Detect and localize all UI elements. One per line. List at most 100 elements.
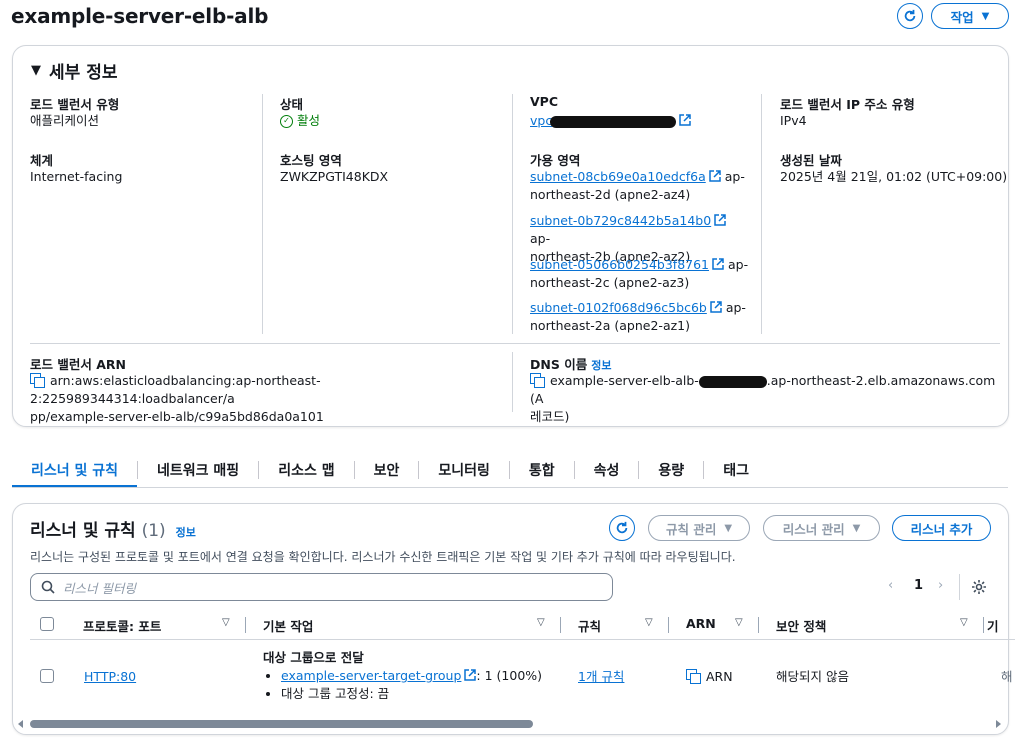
tab-security[interactable]: 보안 <box>355 453 419 487</box>
tab-underline <box>12 487 1008 488</box>
truncated-cell: 해 <box>1001 669 1013 684</box>
dns-info-link[interactable]: 정보 <box>591 359 611 372</box>
arn-label: 로드 밸런서 ARN <box>30 357 126 372</box>
scroll-left-icon[interactable] <box>17 720 25 728</box>
page-number[interactable]: 1 <box>914 578 923 593</box>
subnet-az: northeast-2d (apne2-az4) <box>530 187 691 202</box>
column-header-arn[interactable]: ARN <box>686 616 716 631</box>
tab-bar: 리스너 및 규칙 네트워크 매핑 리소스 맵 보안 모니터링 통합 속성 용량 … <box>12 453 768 488</box>
subnet-suffix: ap- <box>728 257 749 272</box>
arn-cell: ARN <box>686 668 733 686</box>
external-link-icon[interactable] <box>464 669 477 681</box>
sort-icon[interactable]: ▽ <box>960 617 968 628</box>
select-all-checkbox[interactable] <box>40 617 54 631</box>
scheme-label: 체계 <box>30 153 54 168</box>
listeners-refresh-button[interactable] <box>609 515 635 541</box>
external-link-icon[interactable] <box>714 214 726 226</box>
subnet-link[interactable]: subnet-0b729c8442b5a14b0 <box>530 213 711 228</box>
dns-line2: 레코드) <box>530 409 570 424</box>
tab-tags[interactable]: 태그 <box>704 453 768 487</box>
copy-icon[interactable] <box>530 373 545 388</box>
triangle-down-icon: ▼ <box>31 63 41 78</box>
tab-monitoring[interactable]: 모니터링 <box>419 453 509 487</box>
rules-link[interactable]: 1개 규칙 <box>578 668 624 686</box>
caret-down-icon: ▼ <box>981 10 990 22</box>
next-page-icon[interactable]: › <box>938 578 943 593</box>
sort-icon[interactable]: ▽ <box>222 617 230 628</box>
tab-network-mapping[interactable]: 네트워크 매핑 <box>138 453 258 487</box>
target-weight: : 1 (100%) <box>476 668 543 683</box>
sort-icon[interactable]: ▽ <box>537 617 545 628</box>
redacted-block <box>550 115 677 128</box>
column-divider <box>262 94 263 334</box>
tab-capacity[interactable]: 용량 <box>639 453 703 487</box>
caret-down-icon: ▼ <box>724 522 733 534</box>
target-group-link[interactable]: example-server-target-group <box>281 668 461 683</box>
tab-integrations[interactable]: 통합 <box>510 453 574 487</box>
manage-rules-button[interactable]: 규칙 관리 ▼ <box>648 515 750 541</box>
listener-protocol-link[interactable]: HTTP:80 <box>84 668 136 686</box>
scheme-value: Internet-facing <box>30 169 123 184</box>
check-circle-icon: ✓ <box>280 114 293 128</box>
subnet-link[interactable]: subnet-05066b0254b3f8761 <box>530 257 709 272</box>
arn-line2: pp/example-server-elb-alb/c99a5bd86da0a1… <box>30 409 324 424</box>
sort-icon[interactable]: ▽ <box>735 617 743 628</box>
dns-label-row: DNS 이름 정보 <box>530 354 611 373</box>
pager-divider <box>959 574 960 600</box>
listeners-title-text: 리스너 및 규칙 <box>30 521 136 541</box>
external-link-icon[interactable] <box>708 170 721 182</box>
details-toggle[interactable]: ▼ 세부 정보 <box>31 58 117 83</box>
arn-line1: arn:aws:elasticloadbalancing:ap-northeas… <box>30 373 321 406</box>
add-listener-button[interactable]: 리스너 추가 <box>892 515 991 541</box>
column-divider <box>512 94 513 334</box>
dns-value: example-server-elb-alb- .ap-northeast-2.e… <box>530 372 1000 426</box>
copy-icon[interactable] <box>30 373 45 388</box>
vpc-link[interactable]: vpc <box>530 112 691 130</box>
lb-type-value: 애플리케이션 <box>30 113 100 128</box>
gear-icon[interactable] <box>971 579 987 595</box>
subnet-suffix: ap- <box>724 169 745 184</box>
copy-icon[interactable] <box>686 669 701 684</box>
sort-icon[interactable]: ▽ <box>645 617 653 628</box>
ip-type-value: IPv4 <box>780 113 807 128</box>
page-title: example-server-elb-alb <box>11 4 269 28</box>
row-checkbox[interactable] <box>40 669 54 683</box>
actions-button[interactable]: 작업 ▼ <box>931 3 1009 29</box>
tab-listeners[interactable]: 리스너 및 규칙 <box>12 453 138 488</box>
subnet-link[interactable]: subnet-08cb69e0a10edcf6a <box>530 169 706 184</box>
column-header-security-policy[interactable]: 보안 정책 <box>776 616 826 635</box>
horizontal-scrollbar[interactable] <box>30 720 533 728</box>
column-header-protocol[interactable]: 프로토콜: 포트 <box>83 616 161 635</box>
column-separator <box>983 617 984 633</box>
external-link-icon[interactable] <box>679 114 691 126</box>
tab-attributes[interactable]: 속성 <box>575 453 639 487</box>
column-header-more[interactable]: 기 <box>987 616 999 635</box>
created-label: 생성된 날짜 <box>780 153 842 168</box>
state-label: 상태 <box>280 97 304 112</box>
subnet-suffix: ap- <box>530 231 551 246</box>
column-header-default-action[interactable]: 기본 작업 <box>263 616 313 635</box>
manage-rules-label: 규칙 관리 <box>665 521 717 537</box>
listeners-count: (1) <box>141 521 166 541</box>
column-separator <box>758 617 759 633</box>
prev-page-icon[interactable]: ‹ <box>888 578 893 593</box>
external-link-icon[interactable] <box>710 301 722 313</box>
subnet-item: subnet-05066b0254b3f8761 ap- northeast-2… <box>530 256 750 292</box>
column-header-rules[interactable]: 규칙 <box>578 616 601 635</box>
refresh-button[interactable] <box>897 3 923 29</box>
tab-resource-map[interactable]: 리소스 맵 <box>259 453 353 487</box>
vpc-label: VPC <box>530 94 559 109</box>
caret-down-icon: ▼ <box>852 522 861 534</box>
manage-listener-button[interactable]: 리스너 관리 ▼ <box>763 515 880 541</box>
listeners-info-link[interactable]: 정보 <box>176 526 196 539</box>
actions-button-label: 작업 <box>950 9 974 25</box>
details-panel: ▼ 세부 정보 로드 밸런서 유형 애플리케이션 체계 Internet-fac… <box>12 45 1009 427</box>
subnet-link[interactable]: subnet-0102f068d96c5bc6b <box>530 300 707 315</box>
action-title: 대상 그룹으로 전달 <box>263 650 364 665</box>
scroll-right-icon[interactable] <box>994 720 1002 728</box>
vpc-id[interactable]: vpc <box>530 113 552 128</box>
listener-filter-input[interactable]: 리스너 필터링 <box>30 573 613 601</box>
external-link-icon[interactable] <box>712 258 724 270</box>
refresh-icon <box>616 521 628 534</box>
subnet-suffix: ap- <box>725 300 746 315</box>
